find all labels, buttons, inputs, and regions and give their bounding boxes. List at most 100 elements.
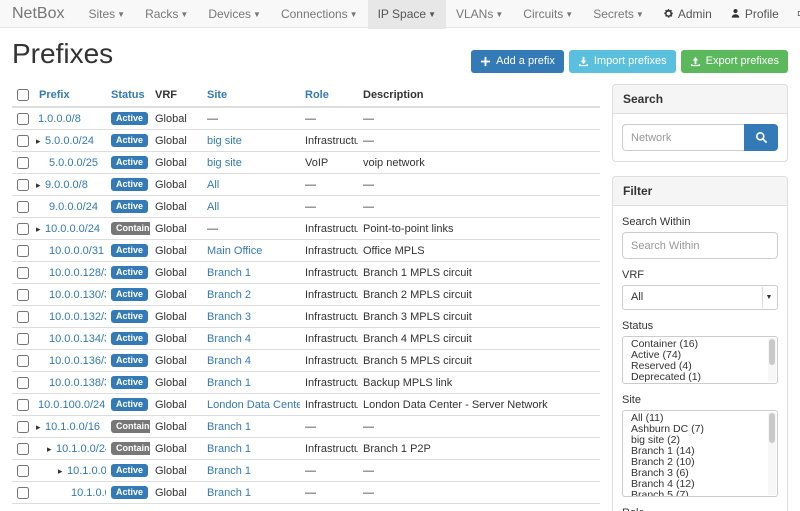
admin-link[interactable]: Admin bbox=[654, 0, 721, 27]
role-cell: Infrastructure bbox=[300, 262, 358, 284]
import-prefixes-button[interactable]: Import prefixes bbox=[569, 50, 676, 73]
chevron-down-icon: ▼ bbox=[428, 10, 436, 19]
prefix-link[interactable]: 10.0.0.136/31 bbox=[49, 355, 106, 367]
prefix-link[interactable]: 10.0.0.134/31 bbox=[49, 333, 106, 345]
prefix-link[interactable]: 10.1.0.0/16 bbox=[45, 421, 100, 433]
row-checkbox[interactable] bbox=[17, 113, 29, 125]
header-role[interactable]: Role bbox=[300, 84, 358, 107]
prefix-link[interactable]: 5.0.0.0/25 bbox=[49, 157, 98, 169]
prefix-link[interactable]: 10.0.0.0/24 bbox=[45, 223, 100, 235]
site-cell: big site bbox=[202, 152, 300, 174]
nav-item-ip-space[interactable]: IP Space▼ bbox=[368, 0, 446, 27]
table-row: ▸9.0.0.0/8 Active Global All — — bbox=[12, 174, 600, 196]
listbox-option[interactable]: Branch 5 (7) bbox=[623, 490, 777, 497]
row-checkbox[interactable] bbox=[17, 201, 29, 213]
description-cell: Backup MPLS link bbox=[358, 372, 600, 394]
vrf-cell: Global bbox=[150, 372, 202, 394]
role-cell: Infrastructure bbox=[300, 218, 358, 240]
site-link[interactable]: Branch 4 bbox=[207, 355, 251, 367]
site-listbox[interactable]: All (11)Ashburn DC (7)big site (2)Branch… bbox=[622, 410, 778, 497]
scrollbar-thumb[interactable] bbox=[769, 413, 775, 443]
gear-icon bbox=[663, 8, 674, 19]
search-input[interactable] bbox=[622, 124, 744, 151]
nav-item-racks[interactable]: Racks▼ bbox=[135, 0, 198, 27]
netbox-logo[interactable]: NetBox bbox=[12, 0, 64, 27]
prefix-link[interactable]: 10.0.100.0/24 bbox=[38, 399, 105, 411]
row-checkbox[interactable] bbox=[17, 377, 29, 389]
prefix-link[interactable]: 10.1.0.0/26 bbox=[71, 487, 106, 499]
profile-link[interactable]: Profile bbox=[721, 0, 788, 27]
site-link[interactable]: Branch 1 bbox=[207, 377, 251, 389]
table-body: ▸1.0.0.0/8 Active Global — — — ▸5.0.0.0/… bbox=[12, 107, 600, 504]
site-link[interactable]: Main Office bbox=[207, 245, 262, 257]
row-checkbox[interactable] bbox=[17, 135, 29, 147]
header-status[interactable]: Status bbox=[106, 84, 150, 107]
prefix-link[interactable]: 9.0.0.0/8 bbox=[45, 179, 88, 191]
row-checkbox[interactable] bbox=[17, 333, 29, 345]
row-checkbox[interactable] bbox=[17, 245, 29, 257]
select-all-checkbox[interactable] bbox=[17, 89, 29, 101]
site-link[interactable]: Branch 1 bbox=[207, 421, 251, 433]
site-link[interactable]: big site bbox=[207, 157, 242, 169]
scrollbar-track bbox=[768, 338, 776, 382]
row-checkbox[interactable] bbox=[17, 443, 29, 455]
site-link[interactable]: Branch 3 bbox=[207, 311, 251, 323]
site-link[interactable]: big site bbox=[207, 135, 242, 147]
logout-link[interactable]: Log out bbox=[788, 0, 800, 27]
nav-item-devices[interactable]: Devices▼ bbox=[198, 0, 271, 27]
header-prefix[interactable]: Prefix bbox=[34, 84, 106, 107]
row-checkbox[interactable] bbox=[17, 487, 29, 499]
row-checkbox[interactable] bbox=[17, 355, 29, 367]
nav-item-circuits[interactable]: Circuits▼ bbox=[513, 0, 583, 27]
prefix-link[interactable]: 10.0.0.130/31 bbox=[49, 289, 106, 301]
prefix-link[interactable]: 10.0.0.128/31 bbox=[49, 267, 106, 279]
vrf-select[interactable]: All ▼ bbox=[622, 285, 778, 310]
row-checkbox[interactable] bbox=[17, 421, 29, 433]
site-cell: big site bbox=[202, 130, 300, 152]
row-checkbox[interactable] bbox=[17, 223, 29, 235]
listbox-option[interactable]: Deprecated (1) bbox=[623, 372, 777, 383]
status-listbox[interactable]: Container (16)Active (74)Reserved (4)Dep… bbox=[622, 336, 778, 384]
row-checkbox[interactable] bbox=[17, 157, 29, 169]
scrollbar-thumb[interactable] bbox=[769, 339, 775, 365]
site-link[interactable]: All bbox=[207, 179, 219, 191]
site-link[interactable]: London Data Center bbox=[207, 399, 300, 411]
prefix-link[interactable]: 1.0.0.0/8 bbox=[38, 113, 81, 125]
nav-item-sites[interactable]: Sites▼ bbox=[78, 0, 135, 27]
vrf-cell: Global bbox=[150, 196, 202, 218]
search-button[interactable] bbox=[744, 124, 778, 151]
site-link[interactable]: All bbox=[207, 201, 219, 213]
prefix-link[interactable]: 5.0.0.0/24 bbox=[45, 135, 94, 147]
site-link[interactable]: Branch 1 bbox=[207, 267, 251, 279]
site-link[interactable]: Branch 2 bbox=[207, 289, 251, 301]
description-cell: Point-to-point links bbox=[358, 218, 600, 240]
nav-item-vlans[interactable]: VLANs▼ bbox=[446, 0, 513, 27]
prefix-link[interactable]: 10.1.0.0/24 bbox=[56, 443, 106, 455]
row-checkbox[interactable] bbox=[17, 179, 29, 191]
prefix-link[interactable]: 10.0.0.0/31 bbox=[49, 245, 104, 257]
nav-right: Admin Profile Log out bbox=[654, 0, 800, 27]
site-link[interactable]: Branch 1 bbox=[207, 487, 251, 499]
row-checkbox[interactable] bbox=[17, 465, 29, 477]
export-prefixes-button[interactable]: Export prefixes bbox=[681, 50, 788, 73]
import-icon bbox=[578, 56, 589, 67]
nav-item-secrets[interactable]: Secrets▼ bbox=[583, 0, 654, 27]
row-checkbox[interactable] bbox=[17, 311, 29, 323]
add-prefix-button[interactable]: Add a prefix bbox=[471, 50, 564, 73]
site-link[interactable]: Branch 1 bbox=[207, 443, 251, 455]
prefix-link[interactable]: 10.1.0.0/25 bbox=[67, 465, 106, 477]
search-within-input[interactable] bbox=[622, 232, 778, 259]
row-checkbox[interactable] bbox=[17, 399, 29, 411]
header-site[interactable]: Site bbox=[202, 84, 300, 107]
description-cell: voip network bbox=[358, 152, 600, 174]
row-checkbox[interactable] bbox=[17, 289, 29, 301]
top-navbar: NetBox Sites▼ Racks▼ Devices▼ Connection… bbox=[0, 0, 800, 28]
site-link[interactable]: Branch 4 bbox=[207, 333, 251, 345]
export-icon bbox=[690, 56, 701, 67]
row-checkbox[interactable] bbox=[17, 267, 29, 279]
prefix-link[interactable]: 10.0.0.132/31 bbox=[49, 311, 106, 323]
prefix-link[interactable]: 10.0.0.138/31 bbox=[49, 377, 106, 389]
prefix-link[interactable]: 9.0.0.0/24 bbox=[49, 201, 98, 213]
nav-item-connections[interactable]: Connections▼ bbox=[271, 0, 368, 27]
site-link[interactable]: Branch 1 bbox=[207, 465, 251, 477]
